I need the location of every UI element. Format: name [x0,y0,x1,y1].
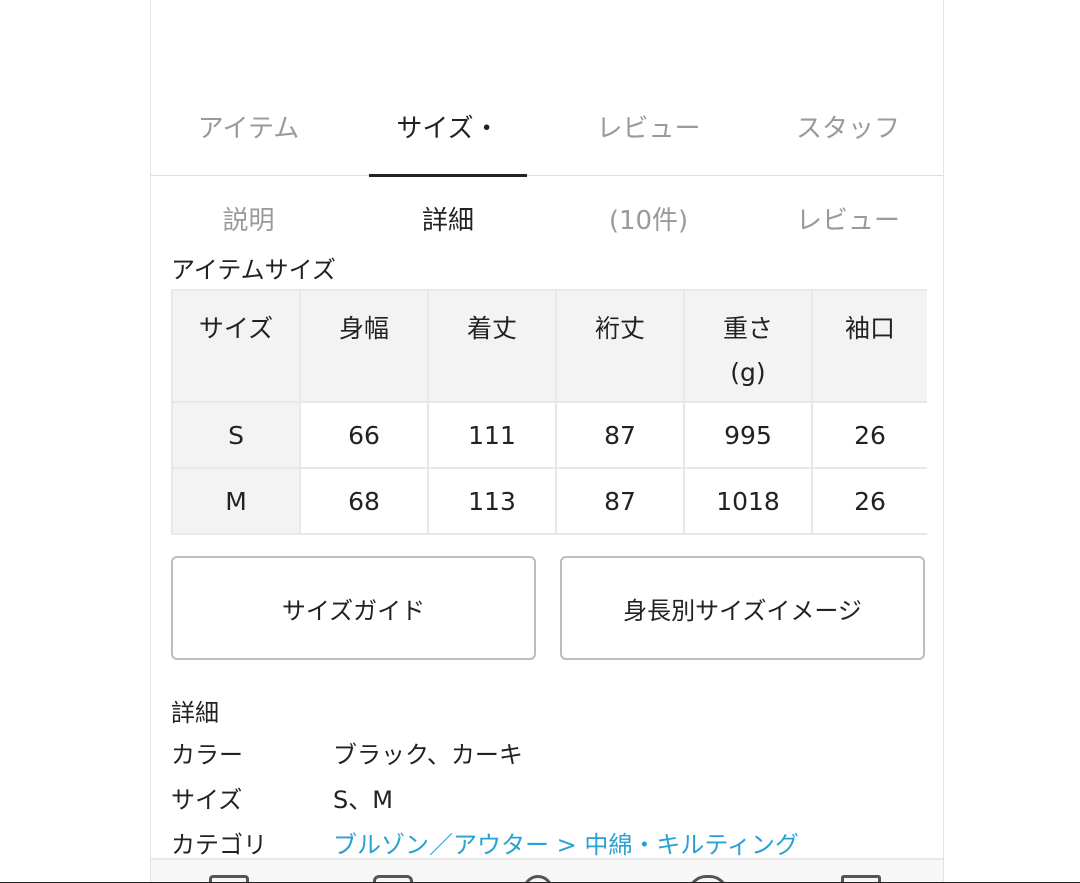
detail-tabs: アイテム 説明 サイズ・ 詳細 レビュー (10件) スタッフ レビュー [151,0,943,236]
table-cell: 68 [299,467,429,535]
table-header-row: サイズ 身幅 着丈 裄丈 重さ (g) 袖口 [171,289,927,403]
tab-label-line2: レビュー [795,206,900,236]
table-cell: 66 [299,401,429,469]
tab-size-details[interactable]: サイズ・ 詳細 [369,60,527,236]
size-table: サイズ 身幅 着丈 裄丈 重さ (g) 袖口 S 66 111 87 995 26… [171,289,927,535]
table-cell: 87 [555,401,685,469]
detail-value: ブラック、カーキ [333,741,523,769]
tab-label-line1: スタッフ [795,114,900,144]
height-size-image-button[interactable]: 身長別サイズイメージ [560,556,925,660]
active-tab-indicator [369,174,527,177]
bottom-navigation-bar [151,858,943,883]
table-cell: 26 [811,467,927,535]
table-cell: 87 [555,467,685,535]
header-label: 着丈 [466,314,517,343]
header-unit: (g) [730,358,766,387]
size-guide-button[interactable]: サイズガイド [171,556,536,660]
header-label: 袖口 [844,314,895,343]
header-label: サイズ [198,314,274,343]
detail-row-color: カラー ブラック、カーキ [171,735,523,775]
detail-row-size: サイズ S、M [171,780,393,820]
table-cell: 113 [427,467,557,535]
header-label: 身幅 [338,314,389,343]
header-label: 重さ [722,314,773,343]
tab-item-description[interactable]: アイテム 説明 [151,60,346,236]
tab-staff-reviews[interactable]: スタッフ レビュー [751,60,943,236]
table-row: S 66 111 87 995 26 [171,401,927,469]
table-cell: 111 [427,401,557,469]
table-cell: 1018 [683,467,813,535]
tab-label-line2: 詳細 [421,206,474,236]
tab-label-line2: (10件) [608,206,689,236]
header-cuff: 袖口 [811,289,927,403]
product-detail-panel: アイテム 説明 サイズ・ 詳細 レビュー (10件) スタッフ レビュー アイテ… [150,0,944,883]
header-size: サイズ [171,289,301,403]
header-sleeve-length: 裄丈 [555,289,685,403]
table-cell: 995 [683,401,813,469]
detail-value: S、M [333,786,393,814]
tab-label-line1: サイズ・ [396,114,500,144]
header-label: 裄丈 [594,314,645,343]
tab-label-line1: レビュー [596,114,701,144]
detail-label: サイズ [171,786,243,814]
tab-reviews[interactable]: レビュー (10件) [551,60,746,236]
item-size-title: アイテムサイズ [171,256,336,284]
header-weight: 重さ (g) [683,289,813,403]
details-title: 詳細 [171,699,219,727]
table-row: M 68 113 87 1018 26 [171,467,927,535]
detail-label: カラー [171,741,243,769]
header-length: 着丈 [427,289,557,403]
tab-label-line2: 説明 [222,206,275,236]
tab-label-line1: アイテム [197,114,300,144]
table-cell: S [171,401,301,469]
table-cell: 26 [811,401,927,469]
table-cell: M [171,467,301,535]
header-width: 身幅 [299,289,429,403]
